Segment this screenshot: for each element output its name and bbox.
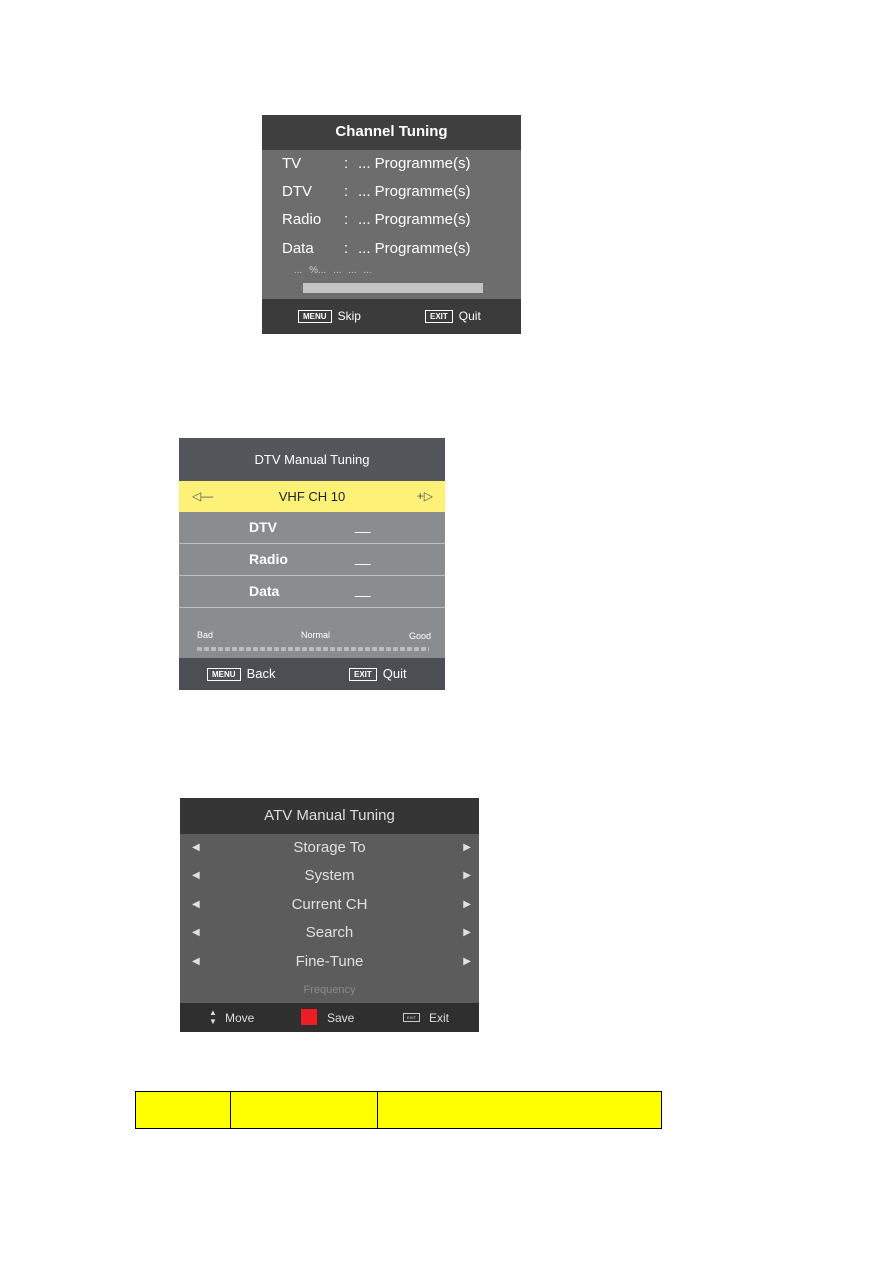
table-cell — [135, 1091, 231, 1129]
left-arrow-icon[interactable]: ◀ — [192, 948, 200, 976]
panel-title: DTV Manual Tuning — [179, 438, 445, 481]
row-label: Radio — [249, 551, 288, 567]
row-sep: : — [344, 155, 349, 172]
tv-row: TV: ... Programme(s) — [282, 155, 471, 172]
radio-row: Radio __ — [179, 544, 445, 576]
skip-label: Skip — [337, 309, 361, 323]
right-arrow-icon[interactable]: ▶ — [463, 948, 471, 976]
row-label: DTV — [282, 183, 312, 200]
table-cell — [377, 1091, 662, 1129]
skip-button[interactable]: MENU Skip — [298, 309, 361, 324]
exit-key: EXIT — [349, 668, 377, 682]
row-label: DTV — [249, 519, 277, 535]
panel-title: Channel Tuning — [262, 115, 521, 150]
row-label: Radio — [282, 211, 322, 228]
signal-meter — [197, 647, 429, 651]
highlight-table — [135, 1091, 662, 1129]
channel-selector[interactable]: ◁— VHF CH 10 +▷ — [179, 481, 445, 512]
row-value: ... Programme(s) — [358, 155, 471, 172]
table-row — [135, 1091, 662, 1129]
menu-key: MENU — [207, 668, 241, 682]
row-value: ... Programme(s) — [358, 211, 471, 228]
right-arrow-icon[interactable]: ▶ — [463, 891, 471, 919]
panel-footer: MENU Back EXIT Quit — [179, 658, 445, 690]
quit-button[interactable]: EXIT Quit — [425, 309, 481, 324]
dtv-row: DTV __ — [179, 512, 445, 544]
frequency-label: Frequency — [303, 983, 356, 996]
signal-good-label: Good — [408, 631, 431, 641]
row-value: __ — [355, 581, 371, 597]
signal-bad-label: Bad — [197, 630, 214, 640]
row-label: TV — [282, 155, 302, 172]
panel-footer: MENU Skip EXIT Quit — [262, 299, 521, 334]
progress-bar — [303, 283, 483, 293]
menu-item-storage-to[interactable]: ◀ Storage To ▶ — [180, 834, 479, 862]
quit-label: Quit — [382, 666, 407, 681]
decrease-arrow-icon[interactable]: ◁— — [192, 481, 213, 512]
item-label: Current CH — [291, 895, 368, 913]
item-label: Search — [305, 924, 354, 942]
move-label: Move — [225, 1011, 255, 1025]
left-arrow-icon[interactable]: ◀ — [192, 919, 200, 947]
quit-label: Quit — [458, 309, 481, 323]
dtv-row: DTV: ... Programme(s) — [282, 183, 471, 200]
right-arrow-icon[interactable]: ▶ — [463, 834, 471, 862]
radio-row: Radio: ... Programme(s) — [282, 211, 471, 228]
right-arrow-icon[interactable]: ▶ — [463, 862, 471, 890]
row-sep: : — [344, 240, 349, 257]
item-label: System — [304, 867, 355, 885]
save-label[interactable]: Save — [327, 1011, 354, 1025]
exit-key: EXIT — [425, 310, 453, 324]
left-arrow-icon[interactable]: ◀ — [192, 834, 200, 862]
table-cell — [230, 1091, 378, 1129]
menu-item-system[interactable]: ◀ System ▶ — [180, 862, 479, 890]
left-arrow-icon[interactable]: ◀ — [192, 862, 200, 890]
dtv-manual-tuning-panel: DTV Manual Tuning ◁— VHF CH 10 +▷ DTV __ … — [179, 438, 445, 690]
data-row: Data: ... Programme(s) — [282, 240, 471, 257]
left-arrow-icon[interactable]: ◀ — [192, 891, 200, 919]
row-value: ... Programme(s) — [358, 240, 471, 257]
right-arrow-icon[interactable]: ▶ — [463, 919, 471, 947]
row-value: __ — [355, 549, 371, 565]
row-label: Data — [249, 583, 280, 599]
row-value: __ — [355, 517, 371, 533]
row-label: Data — [282, 240, 314, 257]
increase-arrow-icon[interactable]: +▷ — [417, 481, 433, 512]
back-button[interactable]: MENU Back — [207, 666, 276, 682]
item-label: Storage To — [293, 839, 366, 856]
panel-footer: ▲ ▼ Move Save EXIT Exit — [180, 1003, 479, 1032]
row-sep: : — [344, 211, 349, 228]
signal-normal-label: Normal — [301, 630, 331, 640]
row-sep: : — [344, 183, 349, 200]
red-save-icon[interactable] — [301, 1009, 317, 1025]
menu-item-fine-tune[interactable]: ◀ Fine-Tune ▶ — [180, 948, 479, 976]
data-row: Data __ — [179, 576, 445, 608]
panel-title: ATV Manual Tuning — [180, 798, 479, 834]
atv-manual-tuning-panel: ATV Manual Tuning ◀ Storage To ▶ ◀ System ▶ … — [180, 798, 479, 1032]
back-label: Back — [246, 666, 276, 681]
channel-tuning-panel: Channel Tuning TV: ... Programme(s) DTV:.… — [262, 115, 521, 334]
channel-value: VHF CH 10 — [278, 489, 346, 504]
row-value: ... Programme(s) — [358, 183, 471, 200]
quit-button[interactable]: EXIT Quit — [349, 666, 407, 682]
menu-item-current-ch[interactable]: ◀ Current CH ▶ — [180, 891, 479, 919]
exit-label[interactable]: Exit — [429, 1011, 449, 1025]
item-label: Fine-Tune — [295, 952, 364, 970]
progress-status: ... %... ... ... ... — [294, 265, 372, 276]
menu-key: MENU — [298, 310, 332, 324]
exit-key-icon: EXIT — [403, 1013, 420, 1022]
menu-item-search[interactable]: ◀ Search ▶ — [180, 919, 479, 947]
up-down-arrow-icon: ▲ ▼ — [209, 1008, 217, 1026]
